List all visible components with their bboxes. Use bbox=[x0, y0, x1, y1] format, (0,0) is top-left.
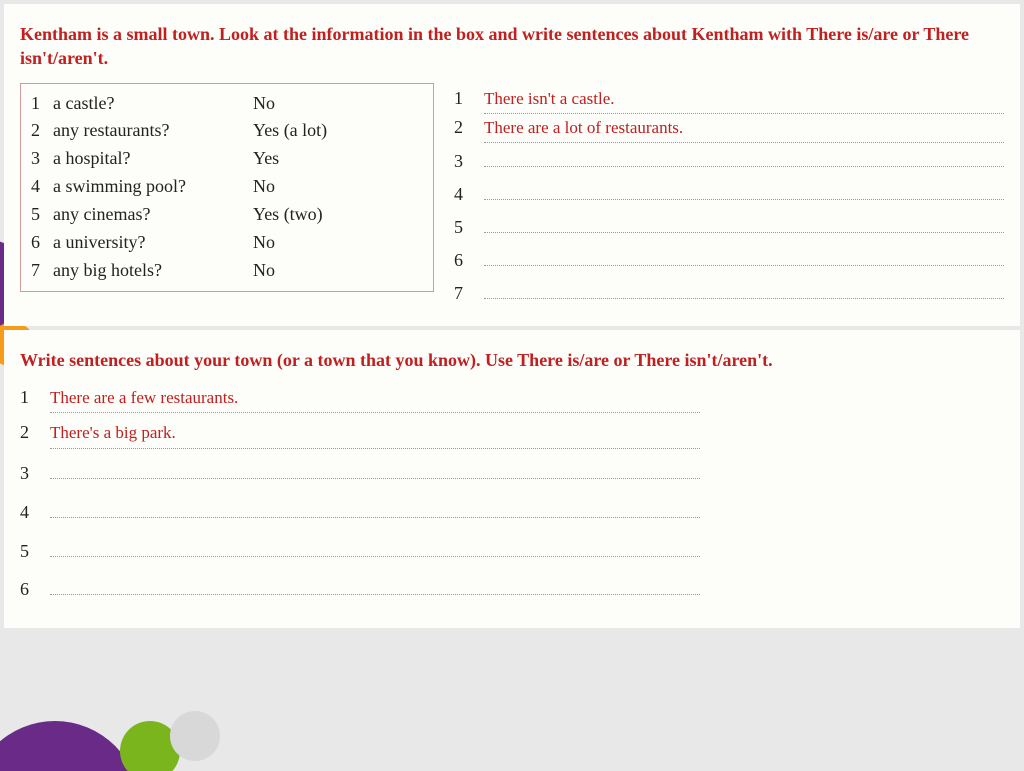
info-answer: No bbox=[253, 229, 421, 257]
info-question: any cinemas? bbox=[53, 201, 253, 229]
answer-row: 4 bbox=[454, 176, 1004, 209]
answer-row: 2 There's a big park. bbox=[20, 419, 700, 448]
answer-num: 2 bbox=[20, 419, 36, 447]
answer-num: 4 bbox=[20, 499, 36, 527]
answer-input[interactable]: There are a few restaurants. bbox=[50, 385, 700, 413]
answer-input[interactable] bbox=[50, 571, 700, 595]
answer-row: 5 bbox=[20, 533, 700, 566]
answer-input[interactable] bbox=[484, 209, 1004, 233]
info-num: 2 bbox=[31, 117, 53, 145]
answer-input[interactable]: There are a lot of restaurants. bbox=[484, 115, 1004, 143]
info-box: 1 a castle? No 2 any restaurants? Yes (a… bbox=[20, 83, 434, 292]
info-num: 5 bbox=[31, 201, 53, 229]
info-answer: Yes (a lot) bbox=[253, 117, 421, 145]
answer-num: 2 bbox=[454, 114, 470, 142]
info-answer: No bbox=[253, 257, 421, 285]
answer-input[interactable] bbox=[484, 143, 1004, 167]
answer-row: 1 There are a few restaurants. bbox=[20, 384, 700, 413]
exercise-2-instruction: Write sentences about your town (or a to… bbox=[20, 348, 1004, 372]
info-question: any big hotels? bbox=[53, 257, 253, 285]
info-num: 3 bbox=[31, 145, 53, 173]
answer-input[interactable] bbox=[50, 533, 700, 557]
answer-row: 5 bbox=[454, 209, 1004, 242]
exercise-2-panel: Write sentences about your town (or a to… bbox=[4, 330, 1020, 629]
info-question: any restaurants? bbox=[53, 117, 253, 145]
circle-green-bot bbox=[120, 721, 180, 771]
info-num: 6 bbox=[31, 229, 53, 257]
answer-row: 1 There isn't a castle. bbox=[454, 85, 1004, 114]
info-num: 1 bbox=[31, 90, 53, 118]
answer-num: 5 bbox=[454, 214, 470, 242]
answer-row: 4 bbox=[20, 494, 700, 527]
answer-input[interactable] bbox=[50, 455, 700, 479]
info-question: a swimming pool? bbox=[53, 173, 253, 201]
info-row: 1 a castle? No bbox=[31, 90, 421, 118]
info-question: a university? bbox=[53, 229, 253, 257]
answer-row: 3 bbox=[20, 455, 700, 488]
answer-num: 5 bbox=[20, 538, 36, 566]
answer-row: 6 bbox=[20, 571, 700, 604]
answer-row: 6 bbox=[454, 242, 1004, 275]
circle-purple-bot bbox=[0, 721, 140, 771]
exercise-1-answers: 1 There isn't a castle. 2 There are a lo… bbox=[454, 83, 1004, 308]
info-row: 2 any restaurants? Yes (a lot) bbox=[31, 117, 421, 145]
answer-input[interactable]: There isn't a castle. bbox=[484, 86, 1004, 114]
answer-num: 7 bbox=[454, 280, 470, 308]
circle-gray-bot bbox=[170, 711, 220, 761]
answer-num: 6 bbox=[454, 247, 470, 275]
answer-row: 3 bbox=[454, 143, 1004, 176]
answer-num: 1 bbox=[454, 85, 470, 113]
answer-input[interactable] bbox=[484, 275, 1004, 299]
answer-num: 3 bbox=[454, 148, 470, 176]
exercise-2-answers: 1 There are a few restaurants. 2 There's… bbox=[20, 384, 700, 604]
answer-input[interactable] bbox=[50, 494, 700, 518]
answer-row: 7 bbox=[454, 275, 1004, 308]
info-answer: No bbox=[253, 90, 421, 118]
info-num: 7 bbox=[31, 257, 53, 285]
answer-input[interactable] bbox=[484, 176, 1004, 200]
exercise-1-instruction: Kentham is a small town. Look at the inf… bbox=[20, 22, 1004, 71]
info-row: 3 a hospital? Yes bbox=[31, 145, 421, 173]
info-row: 5 any cinemas? Yes (two) bbox=[31, 201, 421, 229]
info-num: 4 bbox=[31, 173, 53, 201]
answer-num: 4 bbox=[454, 181, 470, 209]
info-question: a castle? bbox=[53, 90, 253, 118]
info-row: 6 a university? No bbox=[31, 229, 421, 257]
answer-input[interactable] bbox=[484, 242, 1004, 266]
answer-num: 3 bbox=[20, 460, 36, 488]
answer-input[interactable]: There's a big park. bbox=[50, 420, 700, 448]
answer-row: 2 There are a lot of restaurants. bbox=[454, 114, 1004, 143]
answer-num: 1 bbox=[20, 384, 36, 412]
info-answer: Yes (two) bbox=[253, 201, 421, 229]
info-answer: No bbox=[253, 173, 421, 201]
exercise-1-panel: Kentham is a small town. Look at the inf… bbox=[4, 4, 1020, 326]
info-row: 7 any big hotels? No bbox=[31, 257, 421, 285]
info-answer: Yes bbox=[253, 145, 421, 173]
info-row: 4 a swimming pool? No bbox=[31, 173, 421, 201]
answer-num: 6 bbox=[20, 576, 36, 604]
info-question: a hospital? bbox=[53, 145, 253, 173]
